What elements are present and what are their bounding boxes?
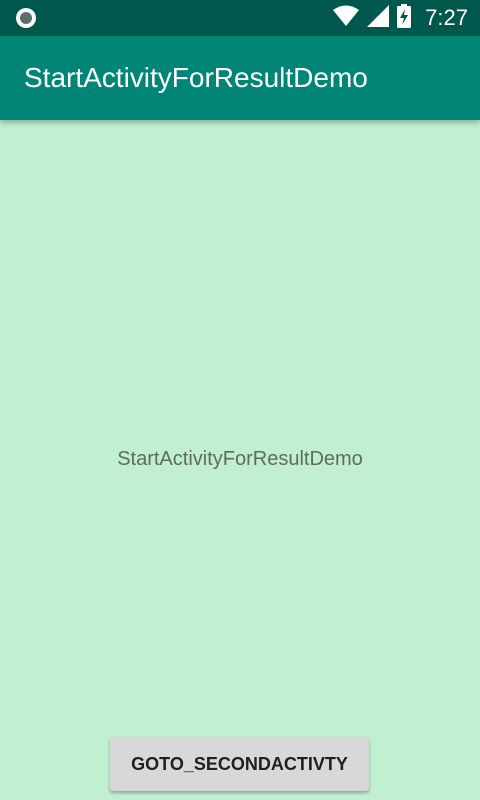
goto-second-activity-button[interactable]: GOTO_SECONDACTIVTY <box>110 737 369 791</box>
main-content: StartActivityForResultDemo GOTO_SECONDAC… <box>0 120 480 800</box>
screen: 7:27 StartActivityForResultDemo StartAct… <box>0 0 480 800</box>
wifi-icon <box>333 5 360 32</box>
app-title: StartActivityForResultDemo <box>24 62 368 93</box>
status-time: 7:27 <box>425 5 468 30</box>
cell-signal-icon <box>367 4 390 32</box>
center-text: StartActivityForResultDemo <box>117 448 363 470</box>
battery-charging-icon <box>397 3 412 33</box>
status-right-group: 7:27 <box>333 0 468 36</box>
app-bar: StartActivityForResultDemo <box>0 36 480 120</box>
status-bar: 7:27 <box>0 0 480 36</box>
notification-circle-icon <box>14 6 38 30</box>
